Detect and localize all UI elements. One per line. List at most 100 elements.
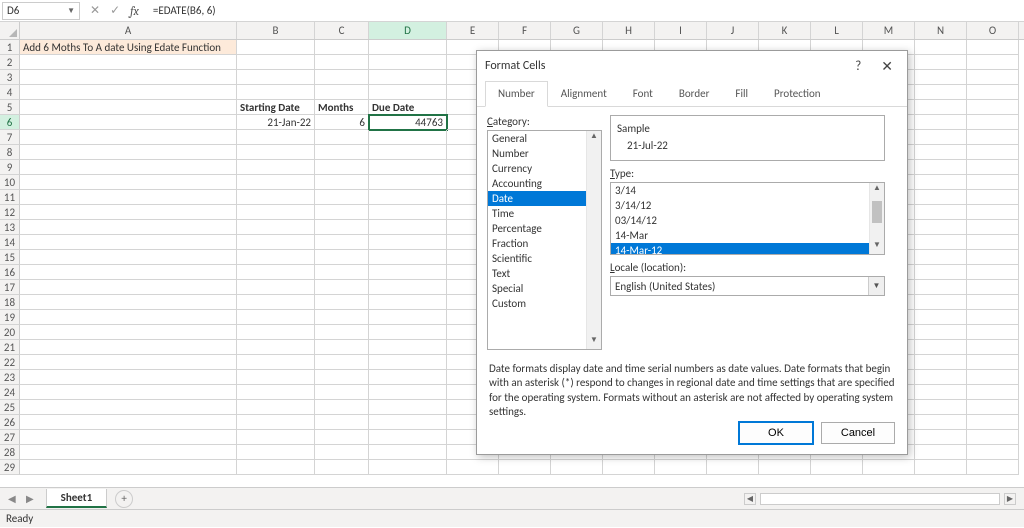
column-header[interactable]: A — [20, 22, 237, 39]
cell[interactable] — [369, 340, 447, 355]
column-header[interactable]: J — [707, 22, 759, 39]
dialog-tab[interactable]: Number — [485, 81, 548, 107]
cell[interactable] — [369, 280, 447, 295]
cell[interactable] — [237, 460, 315, 475]
cell[interactable] — [315, 55, 369, 70]
cell[interactable] — [20, 145, 237, 160]
cell[interactable] — [237, 85, 315, 100]
cell[interactable]: Add 6 Moths To A date Using Edate Functi… — [20, 40, 237, 55]
cell[interactable] — [967, 400, 1019, 415]
cell[interactable] — [369, 130, 447, 145]
column-header[interactable]: F — [499, 22, 551, 39]
cell[interactable] — [915, 355, 967, 370]
cell[interactable] — [315, 85, 369, 100]
cell[interactable] — [237, 295, 315, 310]
cell[interactable] — [369, 250, 447, 265]
cell[interactable] — [20, 130, 237, 145]
cell[interactable] — [20, 220, 237, 235]
cell[interactable] — [369, 70, 447, 85]
sheet-tab[interactable]: Sheet1 — [46, 489, 108, 508]
cell[interactable] — [915, 445, 967, 460]
cell[interactable] — [237, 220, 315, 235]
cell[interactable]: 6 — [315, 115, 369, 130]
category-item[interactable]: Special — [488, 281, 601, 296]
cell[interactable] — [237, 175, 315, 190]
cell[interactable] — [369, 235, 447, 250]
ok-button[interactable]: OK — [739, 422, 813, 444]
cell[interactable] — [369, 220, 447, 235]
row-header[interactable]: 25 — [0, 400, 20, 415]
name-box[interactable]: D6 ▼ — [2, 2, 80, 20]
cell[interactable] — [915, 295, 967, 310]
cell[interactable] — [967, 70, 1019, 85]
column-header[interactable]: L — [811, 22, 863, 39]
cell[interactable]: Starting Date — [237, 100, 315, 115]
cell[interactable] — [915, 430, 967, 445]
name-box-dropdown-icon[interactable]: ▼ — [67, 6, 75, 16]
cell[interactable] — [20, 265, 237, 280]
cell[interactable]: Months — [315, 100, 369, 115]
row-header[interactable]: 20 — [0, 325, 20, 340]
cell[interactable]: 21-Jan-22 — [237, 115, 315, 130]
row-header[interactable]: 18 — [0, 295, 20, 310]
cell[interactable] — [369, 40, 447, 55]
cell[interactable] — [20, 55, 237, 70]
cell[interactable] — [315, 430, 369, 445]
type-scrollbar[interactable]: ▲ ▼ — [869, 183, 884, 254]
category-item[interactable]: Fraction — [488, 236, 601, 251]
insert-function-icon[interactable]: fx — [130, 4, 139, 18]
cell[interactable] — [20, 115, 237, 130]
cell[interactable] — [315, 325, 369, 340]
cell[interactable] — [315, 460, 369, 475]
cell[interactable] — [237, 160, 315, 175]
cell[interactable] — [915, 220, 967, 235]
sheet-nav-arrows[interactable]: ◀ ▶ — [0, 492, 46, 505]
cell[interactable] — [315, 445, 369, 460]
cell[interactable] — [967, 265, 1019, 280]
cell[interactable] — [237, 340, 315, 355]
cell[interactable] — [315, 160, 369, 175]
cell[interactable] — [20, 355, 237, 370]
cell[interactable] — [915, 190, 967, 205]
cell[interactable] — [369, 295, 447, 310]
scroll-up-icon[interactable]: ▲ — [587, 131, 601, 145]
cell[interactable] — [315, 205, 369, 220]
type-item[interactable]: 3/14 — [611, 183, 884, 198]
cell[interactable] — [237, 325, 315, 340]
cell[interactable] — [20, 460, 237, 475]
cell[interactable] — [369, 385, 447, 400]
cell[interactable] — [315, 175, 369, 190]
cell[interactable] — [369, 160, 447, 175]
row-header[interactable]: 10 — [0, 175, 20, 190]
category-item[interactable]: Time — [488, 206, 601, 221]
category-item[interactable]: Percentage — [488, 221, 601, 236]
cell[interactable] — [915, 160, 967, 175]
cell[interactable] — [315, 310, 369, 325]
cell[interactable] — [967, 280, 1019, 295]
cell[interactable] — [315, 145, 369, 160]
cell[interactable] — [20, 295, 237, 310]
cell[interactable] — [20, 160, 237, 175]
category-item[interactable]: Custom — [488, 296, 601, 311]
cell[interactable] — [315, 415, 369, 430]
cell[interactable] — [551, 460, 603, 475]
cell[interactable] — [967, 415, 1019, 430]
row-header[interactable]: 11 — [0, 190, 20, 205]
cell[interactable] — [20, 70, 237, 85]
type-item[interactable]: 14-Mar — [611, 228, 884, 243]
cell[interactable] — [915, 85, 967, 100]
cell[interactable] — [315, 295, 369, 310]
dialog-tab[interactable]: Fill — [722, 81, 761, 106]
cell[interactable]: 44763 — [369, 115, 447, 130]
cell[interactable] — [967, 145, 1019, 160]
type-item[interactable]: 14-Mar-12 — [611, 243, 884, 255]
hscroll-track[interactable] — [760, 493, 1000, 505]
cell[interactable] — [315, 340, 369, 355]
cell[interactable] — [315, 355, 369, 370]
cell[interactable] — [967, 340, 1019, 355]
cell[interactable] — [20, 325, 237, 340]
scroll-down-icon[interactable]: ▼ — [870, 240, 884, 254]
cell[interactable] — [20, 445, 237, 460]
cell[interactable] — [967, 190, 1019, 205]
cell[interactable] — [915, 55, 967, 70]
